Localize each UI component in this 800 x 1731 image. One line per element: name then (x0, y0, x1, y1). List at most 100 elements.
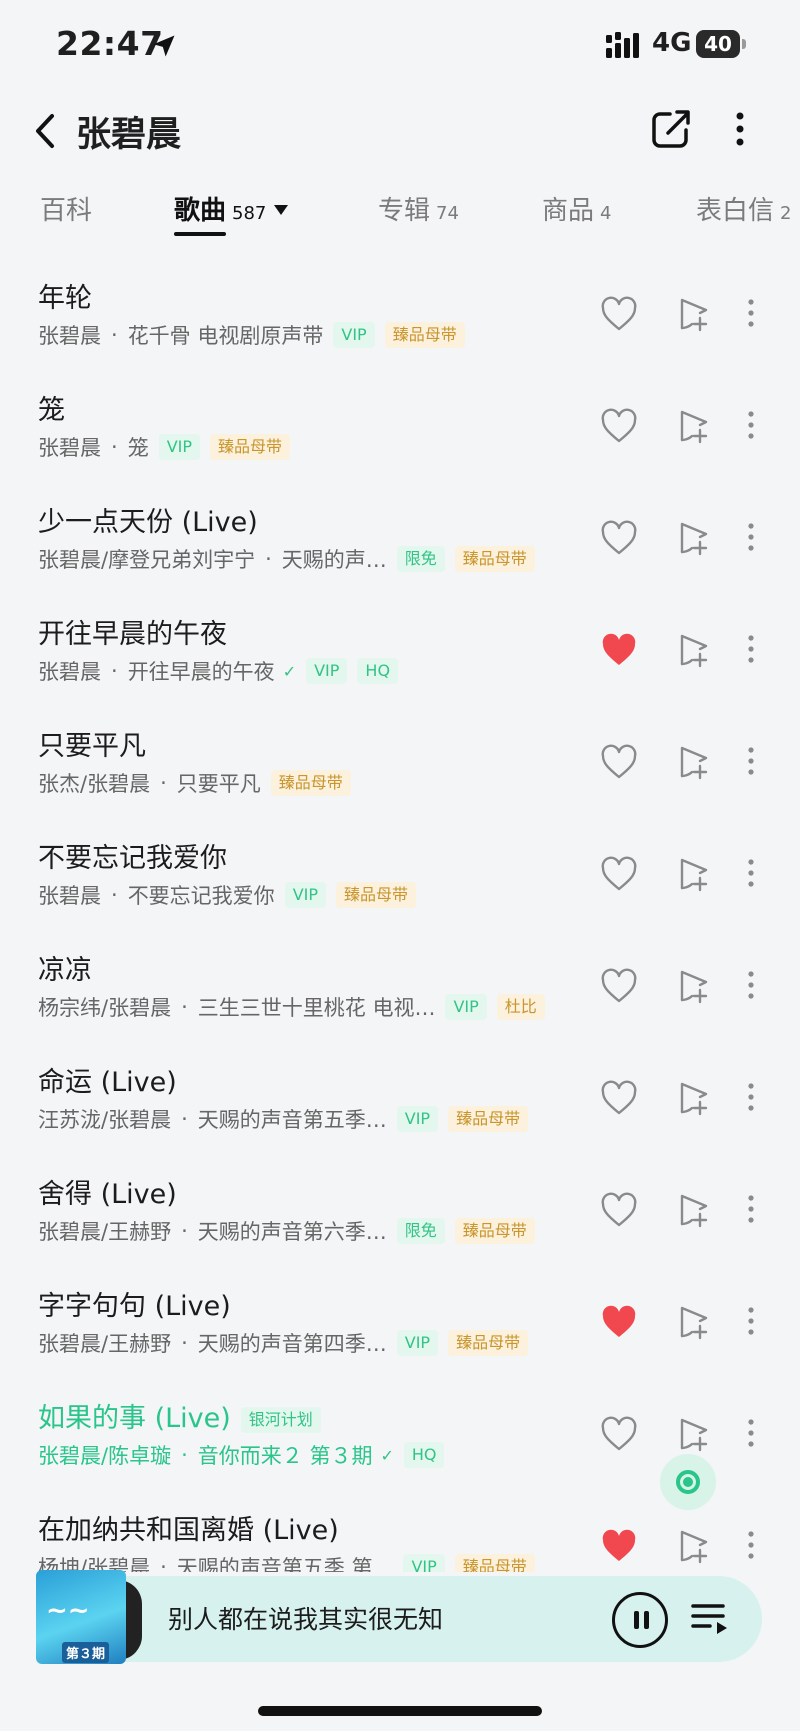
song-title-text: 只要平凡 (38, 731, 146, 762)
more-vertical-icon[interactable] (744, 966, 758, 1004)
song-meta: 张碧晨 · 不要忘记我爱你 VIP 臻品母带 (38, 880, 417, 910)
song-meta: 杨坤/张碧晨 · 天赐的声音第五季 第… VIP 臻品母带 (38, 1552, 535, 1572)
song-meta: 张碧晨/王赫野 · 天赐的声音第六季… 限免 臻品母带 (38, 1216, 535, 1246)
heart-icon[interactable] (600, 520, 638, 556)
tab-goods[interactable]: 商品 4 (542, 190, 611, 227)
song-row[interactable]: 年轮 张碧晨 · 花千骨 电视剧原声带 VIP 臻品母带 (0, 262, 800, 374)
more-vertical-icon[interactable] (744, 294, 758, 332)
song-title-text: 凉凉 (38, 955, 92, 986)
quality-badge: 臻品母带 (210, 434, 291, 460)
song-row[interactable]: 开往早晨的午夜 张碧晨 · 开往早晨的午夜 ✓ VIP HQ (0, 598, 800, 710)
quality-badge: 臻品母带 (454, 1554, 535, 1572)
status-bar: 22:47 4G 40 (0, 0, 800, 96)
network-label: 4G (652, 28, 692, 58)
caret-down-icon (274, 205, 289, 215)
song-row[interactable]: 命运 (Live) 汪苏泷/张碧晨 · 天赐的声音第五季… VIP 臻品母带 (0, 1046, 800, 1158)
heart-filled-icon[interactable] (600, 1528, 638, 1564)
song-row[interactable]: 只要平凡 张杰/张碧晨 · 只要平凡 臻品母带 (0, 710, 800, 822)
heart-icon[interactable] (600, 1080, 638, 1116)
add-to-playlist-icon[interactable] (676, 854, 712, 892)
tab-baike[interactable]: 百科 (40, 190, 92, 227)
add-to-playlist-icon[interactable] (676, 406, 712, 444)
heart-icon[interactable] (600, 408, 638, 444)
song-title: 在加纳共和国离婚 (Live) (38, 1508, 339, 1547)
heart-icon[interactable] (600, 744, 638, 780)
heart-filled-icon[interactable] (600, 1304, 638, 1340)
song-row[interactable]: 笼张碧晨 · 笼 VIP 臻品母带 (0, 374, 800, 486)
song-artist: 张碧晨/摩登兄弟刘宇宁 (38, 548, 256, 572)
more-vertical-icon[interactable] (744, 1526, 758, 1564)
add-to-playlist-icon[interactable] (676, 742, 712, 780)
heart-icon[interactable] (600, 856, 638, 892)
page-title: 张碧晨 (76, 115, 182, 155)
heart-icon[interactable] (600, 968, 638, 1004)
meta-separator: · (181, 1331, 188, 1355)
meta-separator: · (181, 1107, 188, 1131)
add-to-playlist-icon[interactable] (676, 294, 712, 332)
more-vertical-icon[interactable] (744, 1414, 758, 1452)
tab-love-letter[interactable]: 表白信 2 (696, 190, 791, 227)
tab-albums[interactable]: 专辑 74 (378, 190, 459, 227)
song-album: 开往早晨的午夜 (127, 660, 275, 684)
song-artist: 张碧晨 (38, 660, 101, 684)
more-vertical-icon[interactable] (744, 854, 758, 892)
song-album: 天赐的声音第四季… (197, 1332, 387, 1356)
add-to-playlist-icon[interactable] (676, 1414, 712, 1452)
share-icon[interactable] (648, 106, 694, 152)
more-vertical-icon[interactable] (720, 106, 760, 152)
song-row[interactable]: 不要忘记我爱你 张碧晨 · 不要忘记我爱你 VIP 臻品母带 (0, 822, 800, 934)
add-to-playlist-icon[interactable] (676, 1078, 712, 1116)
more-vertical-icon[interactable] (744, 406, 758, 444)
pause-button[interactable] (612, 1592, 668, 1648)
cover-label: 第３期 (62, 1642, 110, 1663)
heart-icon[interactable] (600, 1192, 638, 1228)
more-vertical-icon[interactable] (744, 1078, 758, 1116)
downloaded-check-icon: ✓ (380, 1445, 394, 1465)
song-title-text: 命运 (Live) (38, 1067, 177, 1098)
song-album: 天赐的声… (281, 548, 387, 572)
song-meta: 张碧晨 · 笼 VIP 臻品母带 (38, 432, 291, 462)
now-playing-title[interactable]: 别人都在说我其实很无知 (168, 1600, 443, 1636)
add-to-playlist-icon[interactable] (676, 518, 712, 556)
quality-badge: VIP (284, 882, 326, 908)
song-album: 不要忘记我爱你 (127, 884, 275, 908)
back-icon[interactable] (28, 108, 68, 154)
more-vertical-icon[interactable] (744, 1190, 758, 1228)
add-to-playlist-icon[interactable] (676, 1302, 712, 1340)
heart-icon[interactable] (600, 1416, 638, 1452)
quality-badge: 臻品母带 (270, 770, 351, 796)
song-meta: 张碧晨 · 开往早晨的午夜 ✓ VIP HQ (38, 656, 399, 686)
more-vertical-icon[interactable] (744, 742, 758, 780)
add-to-playlist-icon[interactable] (676, 1190, 712, 1228)
meta-separator: · (111, 883, 118, 907)
heart-icon[interactable] (600, 296, 638, 332)
playlist-queue-icon[interactable] (690, 1598, 732, 1638)
more-vertical-icon[interactable] (744, 1302, 758, 1340)
heart-filled-icon[interactable] (600, 632, 638, 668)
meta-separator: · (111, 323, 118, 347)
add-to-playlist-icon[interactable] (676, 1526, 712, 1564)
meta-separator: · (111, 659, 118, 683)
recognize-float-button[interactable] (660, 1454, 716, 1510)
tab-songs[interactable]: 歌曲 587 (174, 190, 289, 227)
quality-badge: 臻品母带 (448, 1330, 529, 1356)
more-vertical-icon[interactable] (744, 630, 758, 668)
song-artist: 张碧晨 (38, 324, 101, 348)
song-title: 命运 (Live) (38, 1060, 177, 1099)
add-to-playlist-icon[interactable] (676, 630, 712, 668)
tab-bar: 百科 歌曲 587 专辑 74 商品 4 表白信 2 (0, 180, 800, 240)
song-row[interactable]: 字字句句 (Live) 张碧晨/王赫野 · 天赐的声音第四季… VIP 臻品母带 (0, 1270, 800, 1382)
song-row[interactable]: 舍得 (Live) 张碧晨/王赫野 · 天赐的声音第六季… 限免 臻品母带 (0, 1158, 800, 1270)
album-cover[interactable]: ~~ 第３期 (36, 1570, 126, 1664)
song-title-text: 字字句句 (Live) (38, 1291, 231, 1322)
song-row[interactable]: 凉凉 杨宗纬/张碧晨 · 三生三世十里桃花 电视… VIP 杜比 (0, 934, 800, 1046)
song-title-text: 笼 (38, 395, 65, 426)
quality-badge: VIP (306, 658, 348, 684)
song-artist: 汪苏泷/张碧晨 (38, 1108, 172, 1132)
add-to-playlist-icon[interactable] (676, 966, 712, 1004)
battery-icon: 40 (696, 30, 746, 60)
song-row[interactable]: 少一点天份 (Live) 张碧晨/摩登兄弟刘宇宁 · 天赐的声… 限免 臻品母带 (0, 486, 800, 598)
quality-badge: 臻品母带 (454, 546, 535, 572)
song-album: 笼 (127, 436, 149, 460)
more-vertical-icon[interactable] (744, 518, 758, 556)
